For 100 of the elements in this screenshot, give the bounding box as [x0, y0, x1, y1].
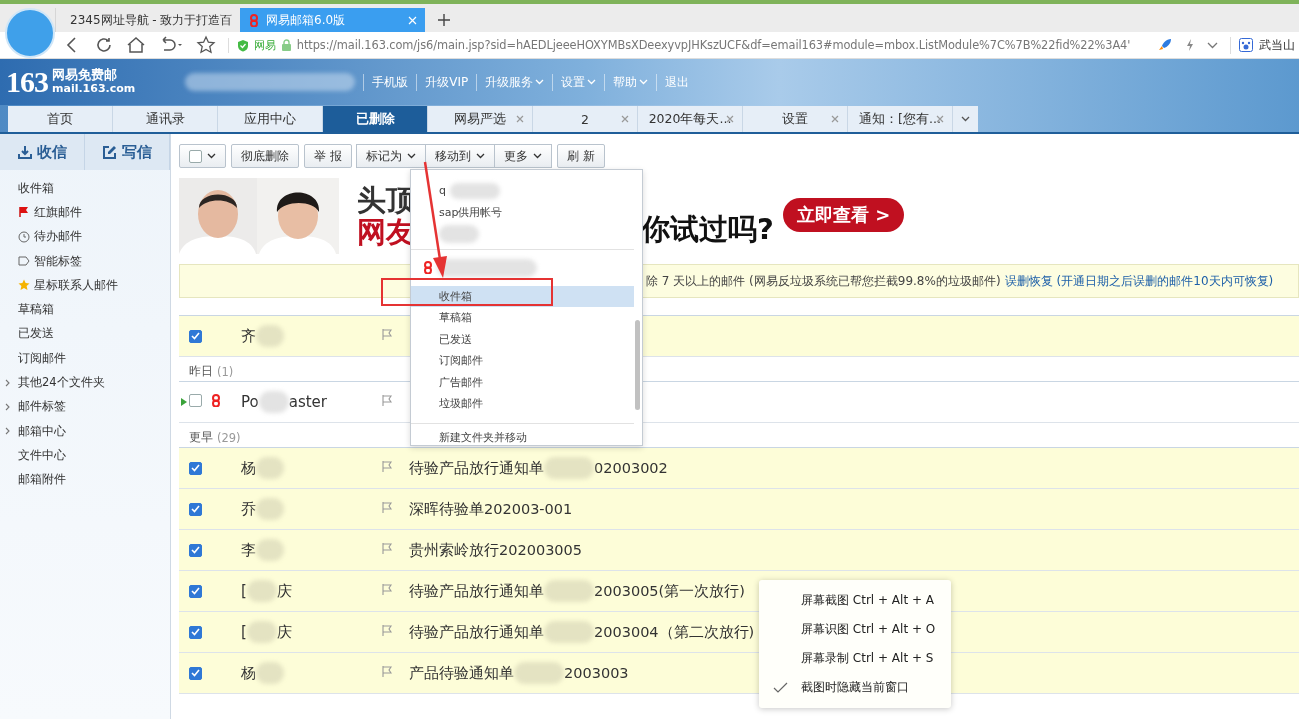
close-icon[interactable] [936, 115, 944, 123]
download-icon [17, 145, 32, 159]
checkbox[interactable] [189, 394, 202, 407]
caret-icon [406, 153, 416, 159]
mail-tab[interactable]: 通知：[您有... [848, 106, 953, 132]
folder-item[interactable]: 草稿箱 [0, 297, 170, 322]
mail-subject[interactable]: 深晖待验单202003-001 [409, 499, 573, 519]
expand-icon[interactable] [5, 378, 10, 387]
menu-item[interactable]: 屏幕截图 Ctrl + Alt + A [759, 586, 951, 615]
close-icon[interactable] [621, 115, 629, 123]
caret-icon [532, 153, 542, 159]
compose-button[interactable]: 写信 [85, 134, 170, 170]
folder-item[interactable]: 邮件标签 [0, 394, 170, 419]
blur-patch [439, 224, 479, 243]
mail-tab[interactable]: 首页 [8, 106, 113, 132]
flag-icon[interactable] [381, 624, 393, 637]
close-icon[interactable] [726, 115, 734, 123]
mail-tab[interactable]: 通讯录 [113, 106, 218, 132]
ad-cta-button[interactable]: 立即查看 > [783, 198, 905, 232]
toolbar-button[interactable]: 移动到 [424, 144, 495, 168]
toolbar-button[interactable]: 彻底删除 [231, 144, 299, 168]
checkbox[interactable] [189, 502, 202, 516]
menu-item[interactable]: 屏幕识图 Ctrl + Alt + O [759, 615, 951, 644]
receive-button[interactable]: 收信 [0, 134, 85, 170]
reload-icon[interactable] [94, 35, 114, 55]
mail-tab[interactable]: 已删除 [323, 106, 428, 132]
flag-icon[interactable] [381, 542, 393, 555]
menu-item[interactable]: q [411, 180, 634, 202]
checkbox[interactable] [189, 461, 202, 475]
mail-tab[interactable]: 2 [533, 106, 638, 132]
home-icon[interactable] [126, 35, 146, 55]
mail-subject[interactable]: 待验产品放行通知单 [409, 581, 544, 601]
mail-subject[interactable]: 2003004（第二次放行) [594, 622, 755, 642]
blur-patch [246, 621, 277, 643]
toolbar-button[interactable]: 刷 新 [556, 144, 605, 168]
folder-item[interactable]: 邮箱附件 [0, 467, 170, 492]
expand-icon[interactable] [5, 427, 10, 436]
new-tab-icon[interactable] [437, 13, 451, 27]
menu-item[interactable]: 已发送 [411, 328, 634, 350]
flag-icon[interactable] [381, 665, 393, 678]
folder-item[interactable]: 待办邮件 [0, 224, 170, 249]
mail-tab[interactable]: 2020年每天... [638, 106, 743, 132]
tag-icon [18, 256, 30, 267]
menu-item[interactable]: 收件箱 [411, 285, 634, 307]
menu-item[interactable]: sap供用帐号 [411, 201, 634, 223]
flag-icon[interactable] [381, 394, 393, 407]
folder-item[interactable]: 订阅邮件 [0, 346, 170, 371]
mail-tab[interactable]: 应用中心 [218, 106, 323, 132]
mail-tab[interactable]: 设置 [743, 106, 848, 132]
folder-item[interactable]: 文件中心 [0, 443, 170, 468]
mail-row[interactable]: 乔 深晖待验单202003-001 [179, 489, 1299, 530]
lightning-icon[interactable] [1185, 38, 1195, 52]
folder-item[interactable]: 星标联系人邮件 [0, 273, 170, 298]
folder-item[interactable]: 智能标签 [0, 248, 170, 274]
flag-icon[interactable] [381, 460, 393, 473]
mail-subject[interactable]: 2003005(第一次放行) [594, 581, 745, 601]
toolbar-button[interactable]: 更多 [493, 144, 552, 168]
caret-icon [207, 153, 216, 159]
expand-icon[interactable] [5, 402, 10, 411]
star-icon[interactable] [196, 35, 216, 55]
checkbox[interactable] [189, 329, 202, 343]
checkbox[interactable] [189, 543, 202, 557]
menu-item[interactable]: 垃圾邮件 [411, 393, 634, 415]
mail-subject[interactable]: 待验产品放行通知单 [409, 622, 544, 642]
sender-name: 庆 [276, 581, 292, 601]
restore-link[interactable]: 误删恢复 [1004, 272, 1053, 290]
mail-subject[interactable]: 2003003 [564, 665, 629, 681]
folder-item[interactable]: 收件箱 [0, 176, 170, 201]
mail-row[interactable]: 杨 待验产品放行通知单 02003002 [179, 448, 1299, 489]
more-tabs-button[interactable] [953, 106, 978, 132]
folder-item[interactable]: 邮箱中心 [0, 418, 170, 444]
mail-subject[interactable]: 待验产品放行通知单 [409, 458, 544, 478]
bookmark[interactable]: 武当山 [1230, 36, 1299, 54]
mail-subject[interactable]: 02003002 [594, 460, 668, 476]
ad-question: 你试过吗? [641, 211, 774, 248]
folder-item[interactable]: 已发送 [0, 321, 170, 347]
flag-icon[interactable] [381, 583, 393, 596]
sender-name: 李 [241, 540, 256, 560]
close-icon[interactable] [831, 115, 839, 123]
rocket-icon[interactable] [1157, 37, 1173, 53]
mail-row[interactable]: 李 贵州索岭放行202003005 [179, 530, 1299, 571]
folder-item[interactable]: 红旗邮件 [0, 200, 170, 225]
checkbox[interactable] [189, 625, 202, 639]
toolbar-button[interactable]: 举 报 [304, 144, 352, 168]
flag-icon[interactable] [381, 501, 393, 514]
caret-icon[interactable] [1207, 41, 1218, 49]
checkbox[interactable] [189, 666, 202, 680]
close-icon[interactable] [516, 115, 524, 123]
checkbox[interactable] [189, 584, 202, 598]
address-field[interactable]: https://mail.163.com/js6/main.jsp?sid=hAEDLjeeeHOXYMBsXDeexyvpJHKszUCF&df=email163#module=mbox.ListModule%7C%7B%22fid%22%3A4' [296, 38, 1131, 52]
toolbar-button[interactable]: 标记为 [355, 144, 426, 168]
folder-item[interactable]: 其他24个文件夹 [0, 370, 170, 395]
select-all-dropdown[interactable] [179, 144, 226, 168]
mail-subject[interactable]: 贵州索岭放行202003005 [409, 540, 583, 560]
scrollbar-thumb[interactable] [635, 320, 640, 410]
mail-subject[interactable]: 产品待验通知单 [409, 663, 514, 683]
flag-icon[interactable] [381, 328, 393, 341]
logo-number[interactable]: 163 [6, 65, 48, 99]
menu-item[interactable]: 新建文件夹并移动 [411, 422, 634, 452]
mail-tab[interactable]: 网易严选 [428, 106, 533, 132]
